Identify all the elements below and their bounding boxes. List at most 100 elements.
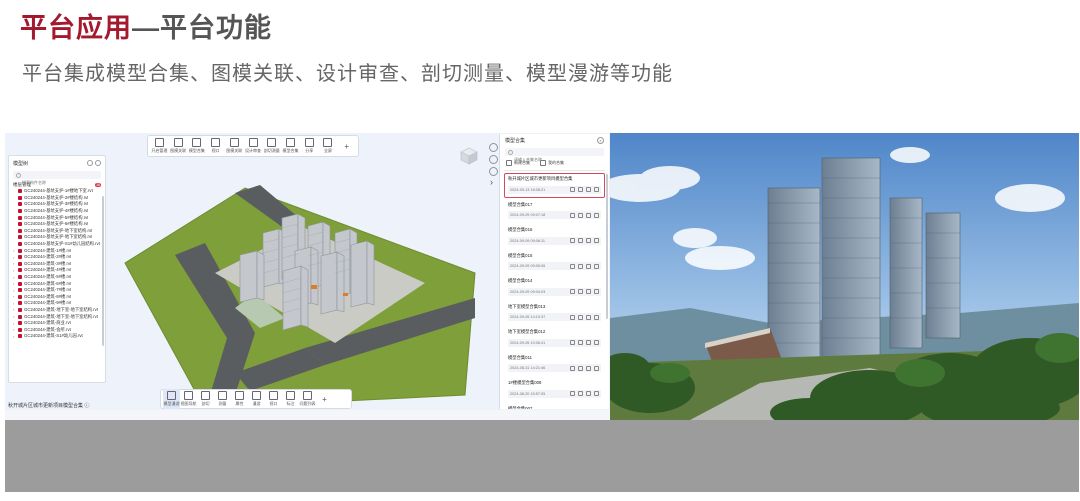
toolbar-button-design-review[interactable]: 设计审查 — [244, 136, 263, 156]
delete-icon[interactable] — [594, 365, 599, 371]
checkbox-icon[interactable] — [18, 321, 22, 326]
checkbox-icon[interactable] — [18, 195, 22, 200]
close-icon[interactable] — [95, 160, 101, 166]
toolbar-button-drawing-link[interactable]: 图模关联 — [169, 136, 188, 156]
checkbox-icon[interactable] — [18, 281, 22, 286]
toolbar-button-issues[interactable]: 问题列表 — [299, 389, 316, 409]
tree-item[interactable]: GC240244-基坑支护-地下室结构.rvt — [9, 228, 105, 235]
collection-scrollbar[interactable] — [606, 174, 608, 319]
collection-item[interactable]: 模型合集014 2024-09-09 09:04:03 — [504, 275, 605, 300]
toolbar-button-section-cut[interactable]: 剖切 — [197, 389, 214, 409]
home-view-icon[interactable] — [489, 155, 498, 164]
tree-item[interactable]: › GC240244-建筑-5#楼.rvt — [9, 274, 105, 281]
checkbox-icon[interactable] — [18, 215, 22, 220]
checkbox-icon[interactable] — [18, 334, 22, 339]
delete-icon[interactable] — [594, 391, 599, 396]
tree-item[interactable]: › GC240244-建筑-商业.rvt — [9, 320, 105, 327]
share-icon[interactable] — [570, 238, 575, 243]
checkbox-icon[interactable] — [18, 288, 22, 293]
tree-item[interactable]: › GC240244-建筑-9#楼.rvt — [9, 300, 105, 307]
view-icon[interactable] — [578, 314, 583, 320]
delete-icon[interactable] — [594, 340, 599, 345]
tree-item[interactable]: › GC240244-建筑-2#楼.rvt — [9, 254, 105, 261]
checkbox-icon[interactable] — [18, 261, 22, 266]
copy-icon[interactable] — [586, 289, 591, 294]
checkbox-icon[interactable] — [18, 255, 22, 260]
copy-icon[interactable] — [586, 263, 591, 269]
collection-item[interactable]: 模型合集011 2024-08-31 14:21:46 — [504, 351, 605, 376]
checkbox-icon[interactable] — [18, 209, 22, 214]
checkbox-icon[interactable] — [18, 301, 22, 306]
toolbar-button-view-nav[interactable]: 视图导航 — [180, 389, 197, 409]
toolbar-button-measure[interactable]: 测量 — [214, 389, 231, 409]
collection-item[interactable]: 1#楼模型合集008 2024-08-20 15:57:05 — [504, 377, 605, 402]
orbit-icon[interactable] — [489, 167, 498, 176]
copy-icon[interactable] — [586, 187, 591, 192]
collection-item[interactable]: 地下室模型合集012 2024-09-05 10:06:41 — [504, 326, 605, 351]
collection-item[interactable]: 模型合集016 2024-09-09 09:06:11 — [504, 224, 605, 249]
share-icon[interactable] — [570, 314, 575, 320]
tree-item[interactable]: › GC240244-建筑-4#楼.rvt — [9, 267, 105, 274]
share-icon[interactable] — [570, 365, 575, 371]
delete-icon[interactable] — [594, 238, 599, 243]
model-tree-scrollbar[interactable] — [102, 196, 104, 346]
model-tree-search-input[interactable] — [13, 178, 102, 187]
copy-icon[interactable] — [586, 314, 591, 320]
toolbar-button-properties[interactable]: 属性 — [231, 389, 248, 409]
tree-item[interactable]: GC240244-基坑支护-3#楼结构.rvt — [9, 201, 105, 208]
tree-item[interactable]: › GC240244-建筑-S1#幼儿园.rvt — [9, 333, 105, 340]
collection-item[interactable]: 模型合集007 — [504, 402, 605, 409]
checkbox-icon[interactable] — [18, 307, 22, 312]
toolbar-button-section[interactable]: 剖切测量 — [262, 136, 281, 156]
collection-item[interactable]: 秋开城片区城市更新项目模型合集 2024-09-13 16:08:21 — [504, 173, 605, 198]
tree-item[interactable]: › GC240244-建筑-地下室-地下室结构.rvt — [9, 313, 105, 320]
view-icon[interactable] — [578, 212, 583, 218]
checkbox-icon[interactable] — [18, 327, 22, 332]
settings-icon[interactable] — [87, 160, 93, 166]
zoom-icon[interactable] — [489, 143, 498, 152]
share-icon[interactable] — [570, 212, 575, 218]
collection-item[interactable]: 模型合集017 2024-09-09 09:07:18 — [504, 198, 605, 223]
checkbox-icon[interactable] — [18, 294, 22, 299]
toolbar-button-more[interactable]: + — [337, 136, 356, 156]
checkbox-icon[interactable] — [18, 242, 22, 247]
collection-item[interactable]: 模型合集015 2024-09-09 09:05:06 — [504, 249, 605, 274]
toolbar-button-collection[interactable]: 模型合集 — [281, 136, 300, 156]
collection-item[interactable]: 地下室模型合集013 2024-09-05 14:10:37 — [504, 300, 605, 325]
toolbar-button-project-manage[interactable]: 开启管理 — [150, 136, 169, 156]
delete-icon[interactable] — [594, 263, 599, 269]
toolbar-button-walk[interactable]: 模型漫游 — [163, 389, 180, 409]
close-icon[interactable]: × — [597, 136, 604, 144]
view-icon[interactable] — [578, 365, 583, 371]
viewcube-icon[interactable] — [459, 146, 479, 166]
delete-icon[interactable] — [594, 187, 599, 192]
checkbox-icon[interactable] — [18, 275, 22, 280]
toolbar-button-more-2[interactable]: + — [316, 389, 333, 409]
toolbar-button-share[interactable]: 分享 — [300, 136, 319, 156]
collection-search-input[interactable] — [505, 155, 604, 164]
delete-icon[interactable] — [594, 314, 599, 320]
toolbar-button-viewport[interactable]: 视口 — [206, 136, 225, 156]
toolbar-button-link[interactable]: 图模关联 — [225, 136, 244, 156]
info-icon[interactable]: ⓘ — [84, 403, 89, 409]
copy-icon[interactable] — [586, 340, 591, 345]
tree-item[interactable]: GC240244-基坑支护-1#楼地下室.rvt — [9, 188, 105, 195]
share-icon[interactable] — [570, 289, 575, 294]
tree-item[interactable]: › GC240244-建筑-8#楼.rvt — [9, 294, 105, 301]
tree-item[interactable]: › GC240244-建筑-6#楼.rvt — [9, 280, 105, 287]
toolbar-button-model-collection[interactable]: 模型合集 — [187, 136, 206, 156]
tree-item[interactable]: GC240244-基坑支护-S1#幼儿园结构.rvt — [9, 241, 105, 248]
share-icon[interactable] — [570, 263, 575, 269]
copy-icon[interactable] — [586, 238, 591, 243]
checkbox-icon[interactable] — [18, 248, 22, 253]
view-icon[interactable] — [578, 187, 583, 192]
tree-item[interactable]: GC240244-基坑支护-6#楼结构.rvt — [9, 221, 105, 228]
tree-item[interactable]: › GC240244-建筑-1#楼.rvt — [9, 247, 105, 254]
checkbox-icon[interactable] — [18, 202, 22, 207]
toolbar-button-fullscreen[interactable]: 全屏 — [319, 136, 338, 156]
checkbox-icon[interactable] — [18, 268, 22, 273]
tree-item[interactable]: GC240244-基坑支护-5#楼结构.rvt — [9, 214, 105, 221]
view-icon[interactable] — [578, 289, 583, 294]
toolbar-button-viewport-2[interactable]: 视口 — [265, 389, 282, 409]
tree-item[interactable]: GC240244-基坑支护-2#楼结构.rvt — [9, 195, 105, 202]
